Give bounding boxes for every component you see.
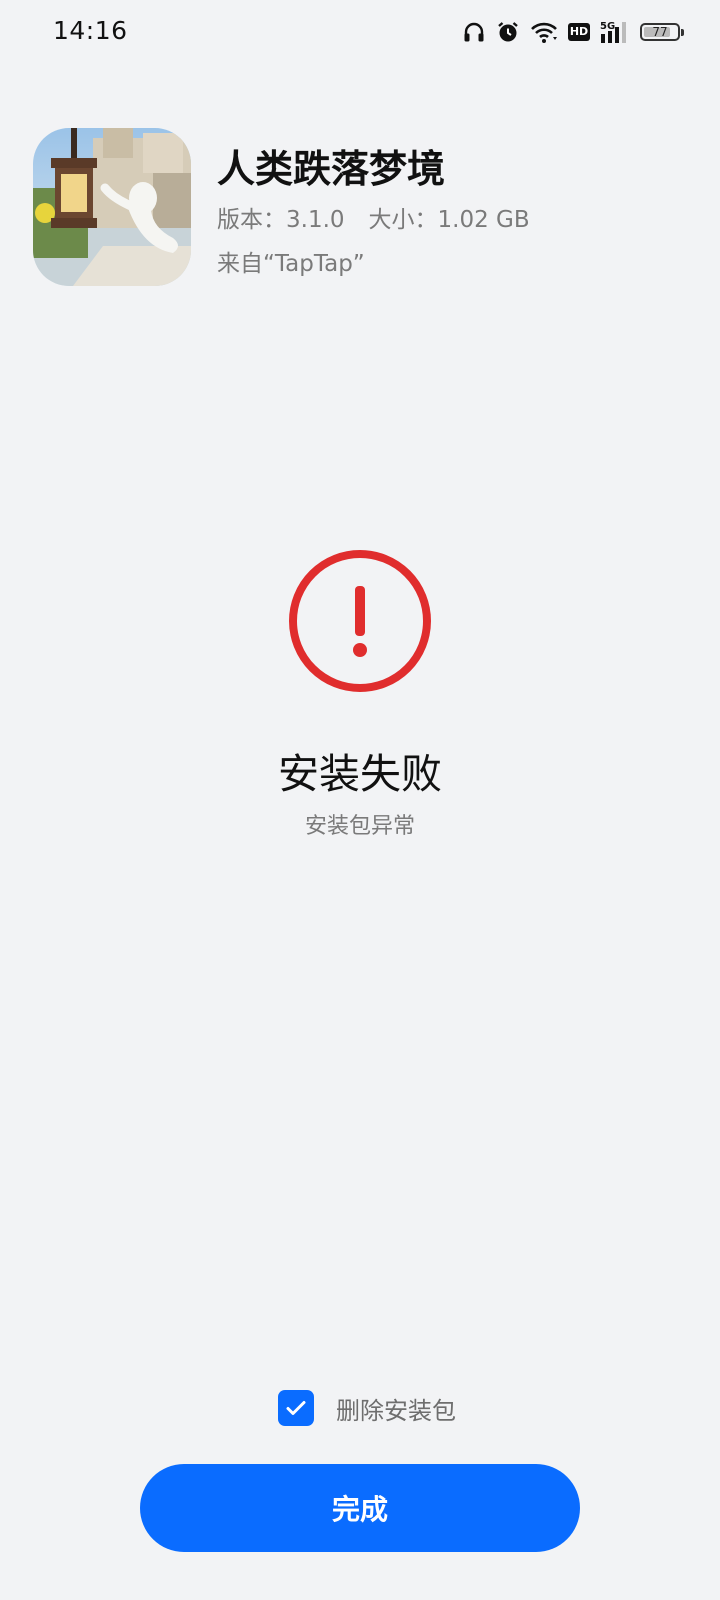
app-name: 人类跌落梦境	[217, 147, 446, 191]
error-exclamation-icon	[289, 550, 431, 692]
status-icons: HD 5G 77	[462, 18, 684, 46]
delete-package-option[interactable]: 删除安装包	[278, 1390, 456, 1426]
network-type: 5G	[600, 21, 615, 32]
wifi-icon	[531, 22, 557, 43]
hd-icon: HD	[568, 23, 590, 41]
app-meta: 版本：3.1.0 大小：1.02 GB	[217, 200, 530, 234]
status-time: 14:16	[53, 16, 128, 45]
alarm-icon	[498, 22, 518, 42]
app-icon	[33, 128, 191, 286]
delete-package-label: 删除安装包	[336, 1396, 456, 1425]
battery-cap	[681, 29, 684, 36]
app-version: 版本：3.1.0	[217, 207, 345, 233]
battery-icon: 77	[640, 23, 684, 41]
status-subtitle: 安装包异常	[304, 814, 415, 839]
app-size: 大小：1.02 GB	[368, 207, 530, 233]
done-button[interactable]: 完成	[140, 1464, 580, 1552]
status-bar: 14:16 HD 5G 77	[0, 0, 720, 64]
install-result-screen: 14:16 HD 5G 77 人类跌落梦境 版本：3.1.0 大小：1.02 G…	[0, 0, 720, 1600]
battery-level: 77	[652, 25, 668, 39]
status-title: 安装失败	[278, 750, 442, 798]
app-source: 来自“TapTap”	[217, 251, 365, 277]
delete-package-checkbox[interactable]	[278, 1390, 314, 1426]
signal-icon: 5G	[600, 21, 626, 43]
checkmark-icon	[286, 1401, 306, 1415]
headphones-icon	[464, 22, 484, 42]
